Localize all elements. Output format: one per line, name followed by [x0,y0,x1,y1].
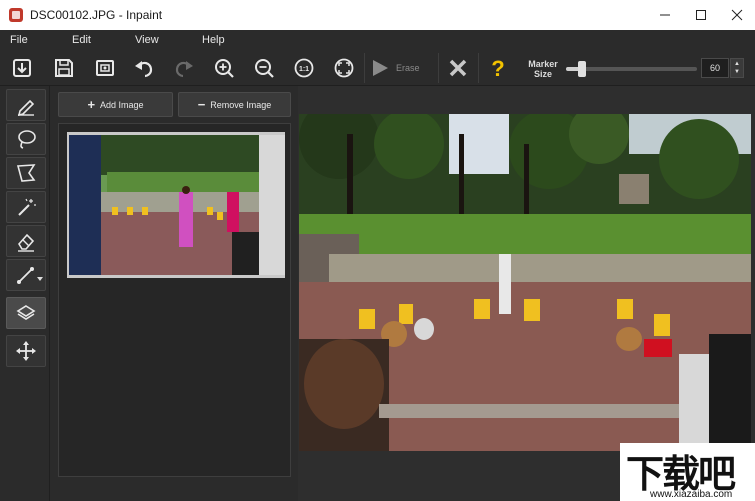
actual-size-icon: 1:1 [294,58,314,78]
minimize-icon [660,14,670,16]
undo-button[interactable] [132,56,156,80]
save-as-button[interactable] [93,56,117,80]
remove-image-button[interactable]: − Remove Image [178,92,291,117]
question-mark-icon: ? [491,56,504,80]
photo-canvas[interactable] [299,114,751,451]
toolbar-separator [364,53,365,83]
tools-panel [0,86,50,501]
app-icon [9,8,23,22]
close-button[interactable] [719,0,755,30]
marker-size-label-line2: Size [533,69,552,79]
pencil-icon [17,99,35,116]
toolbar-separator [438,53,439,83]
add-image-label: Add Image [100,99,144,110]
marker-tool-button[interactable] [6,89,46,121]
svg-text:1:1: 1:1 [299,66,309,73]
move-icon [16,341,36,361]
layers-tool-button[interactable] [6,297,46,329]
lasso-tool-button[interactable] [6,123,46,155]
eraser-icon [18,233,35,252]
menu-edit[interactable]: Edit [72,34,91,46]
open-file-icon [13,59,31,77]
line-tool-icon [17,267,34,284]
open-button[interactable] [10,56,34,80]
polygonal-lasso-tool-button[interactable] [6,157,46,189]
minus-icon: − [197,97,206,112]
erase-button[interactable]: Erase [368,54,436,82]
marker-size-label: Marker Size [524,59,562,79]
menu-view[interactable]: View [135,34,159,46]
zoom-out-icon [255,59,274,78]
layers-panel: + Add Image − Remove Image [50,86,298,501]
polygon-lasso-icon [16,164,36,182]
add-image-button[interactable]: + Add Image [58,92,173,117]
magic-wand-tool-button[interactable] [6,191,46,223]
layer-thumbnail[interactable] [67,132,285,278]
spin-down-icon[interactable]: ▼ [734,68,740,76]
window-controls [647,0,755,30]
marker-size-slider[interactable] [566,61,697,77]
watermark-url: www.xiazaiba.com [650,489,733,500]
move-tool-button[interactable] [6,335,46,367]
spin-up-icon[interactable]: ▲ [734,60,740,68]
layers-icon [16,305,36,320]
menu-help[interactable]: Help [202,34,225,46]
zoom-in-icon [215,59,234,78]
close-icon [731,9,743,21]
menu-file[interactable]: File [10,34,28,46]
remove-image-label: Remove Image [210,99,272,110]
help-button[interactable]: ? [486,56,510,80]
save-button[interactable] [52,56,76,80]
marker-size-spinner[interactable]: ▲ ▼ [730,58,744,78]
play-icon [373,60,388,76]
watermark: 下载吧 www.xiazaiba.com [620,443,755,501]
redo-icon [175,61,193,78]
plus-icon: + [87,97,96,112]
magic-wand-icon [18,198,36,216]
maximize-button[interactable] [683,0,719,30]
minimize-button[interactable] [647,0,683,30]
redo-button[interactable] [172,56,196,80]
marker-size-input[interactable]: 60 [701,58,729,78]
layer-list [58,123,291,477]
save-as-icon [96,60,114,76]
fit-window-button[interactable] [332,56,356,80]
fit-window-icon [334,58,354,78]
svg-text:?: ? [491,56,504,80]
undo-icon [135,61,153,78]
window-title: DSC00102.JPG - Inpaint [30,8,163,22]
save-icon [55,59,73,77]
dropdown-caret-icon [37,277,43,281]
title-bar: DSC00102.JPG - Inpaint [0,0,755,30]
marker-size-label-line1: Marker [528,59,558,69]
actual-size-button[interactable]: 1:1 [292,56,316,80]
lasso-icon [18,130,36,149]
line-tool-button[interactable] [6,259,46,291]
layer-thumbnail-image [67,132,285,278]
cancel-button[interactable] [446,56,470,80]
zoom-out-button[interactable] [252,56,276,80]
eraser-tool-button[interactable] [6,225,46,257]
maximize-icon [696,10,706,20]
zoom-in-button[interactable] [212,56,236,80]
photo-image [299,114,751,451]
erase-label: Erase [396,63,420,73]
marker-size-slider-thumb[interactable] [578,61,586,77]
toolbar-separator [478,53,479,83]
canvas-area[interactable] [298,86,755,501]
cancel-x-icon [449,59,467,77]
menu-bar: File Edit View Help [0,30,755,50]
